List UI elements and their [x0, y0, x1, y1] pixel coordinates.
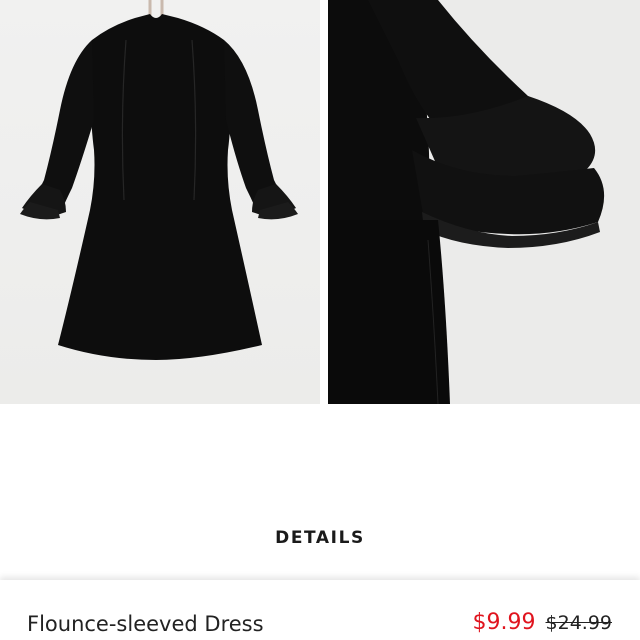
original-price: $24.99	[545, 612, 612, 634]
product-image-gallery[interactable]	[0, 0, 640, 404]
details-label: DETAILS	[275, 528, 365, 548]
sale-price: $9.99	[472, 610, 536, 635]
price-group: $9.99 $24.99	[473, 610, 612, 635]
product-page: DETAILS Flounce-sleeved Dress $9.99 $24.…	[0, 0, 640, 640]
product-image-front[interactable]	[0, 0, 320, 404]
product-name: Flounce-sleeved Dress	[27, 612, 264, 636]
product-image-sleeve-detail[interactable]	[328, 0, 640, 404]
dress-front-illustration	[20, 0, 298, 360]
details-button[interactable]: DETAILS	[0, 510, 640, 566]
product-summary-bar: Flounce-sleeved Dress $9.99 $24.99	[0, 580, 640, 640]
sleeve-detail-illustration	[328, 0, 605, 404]
